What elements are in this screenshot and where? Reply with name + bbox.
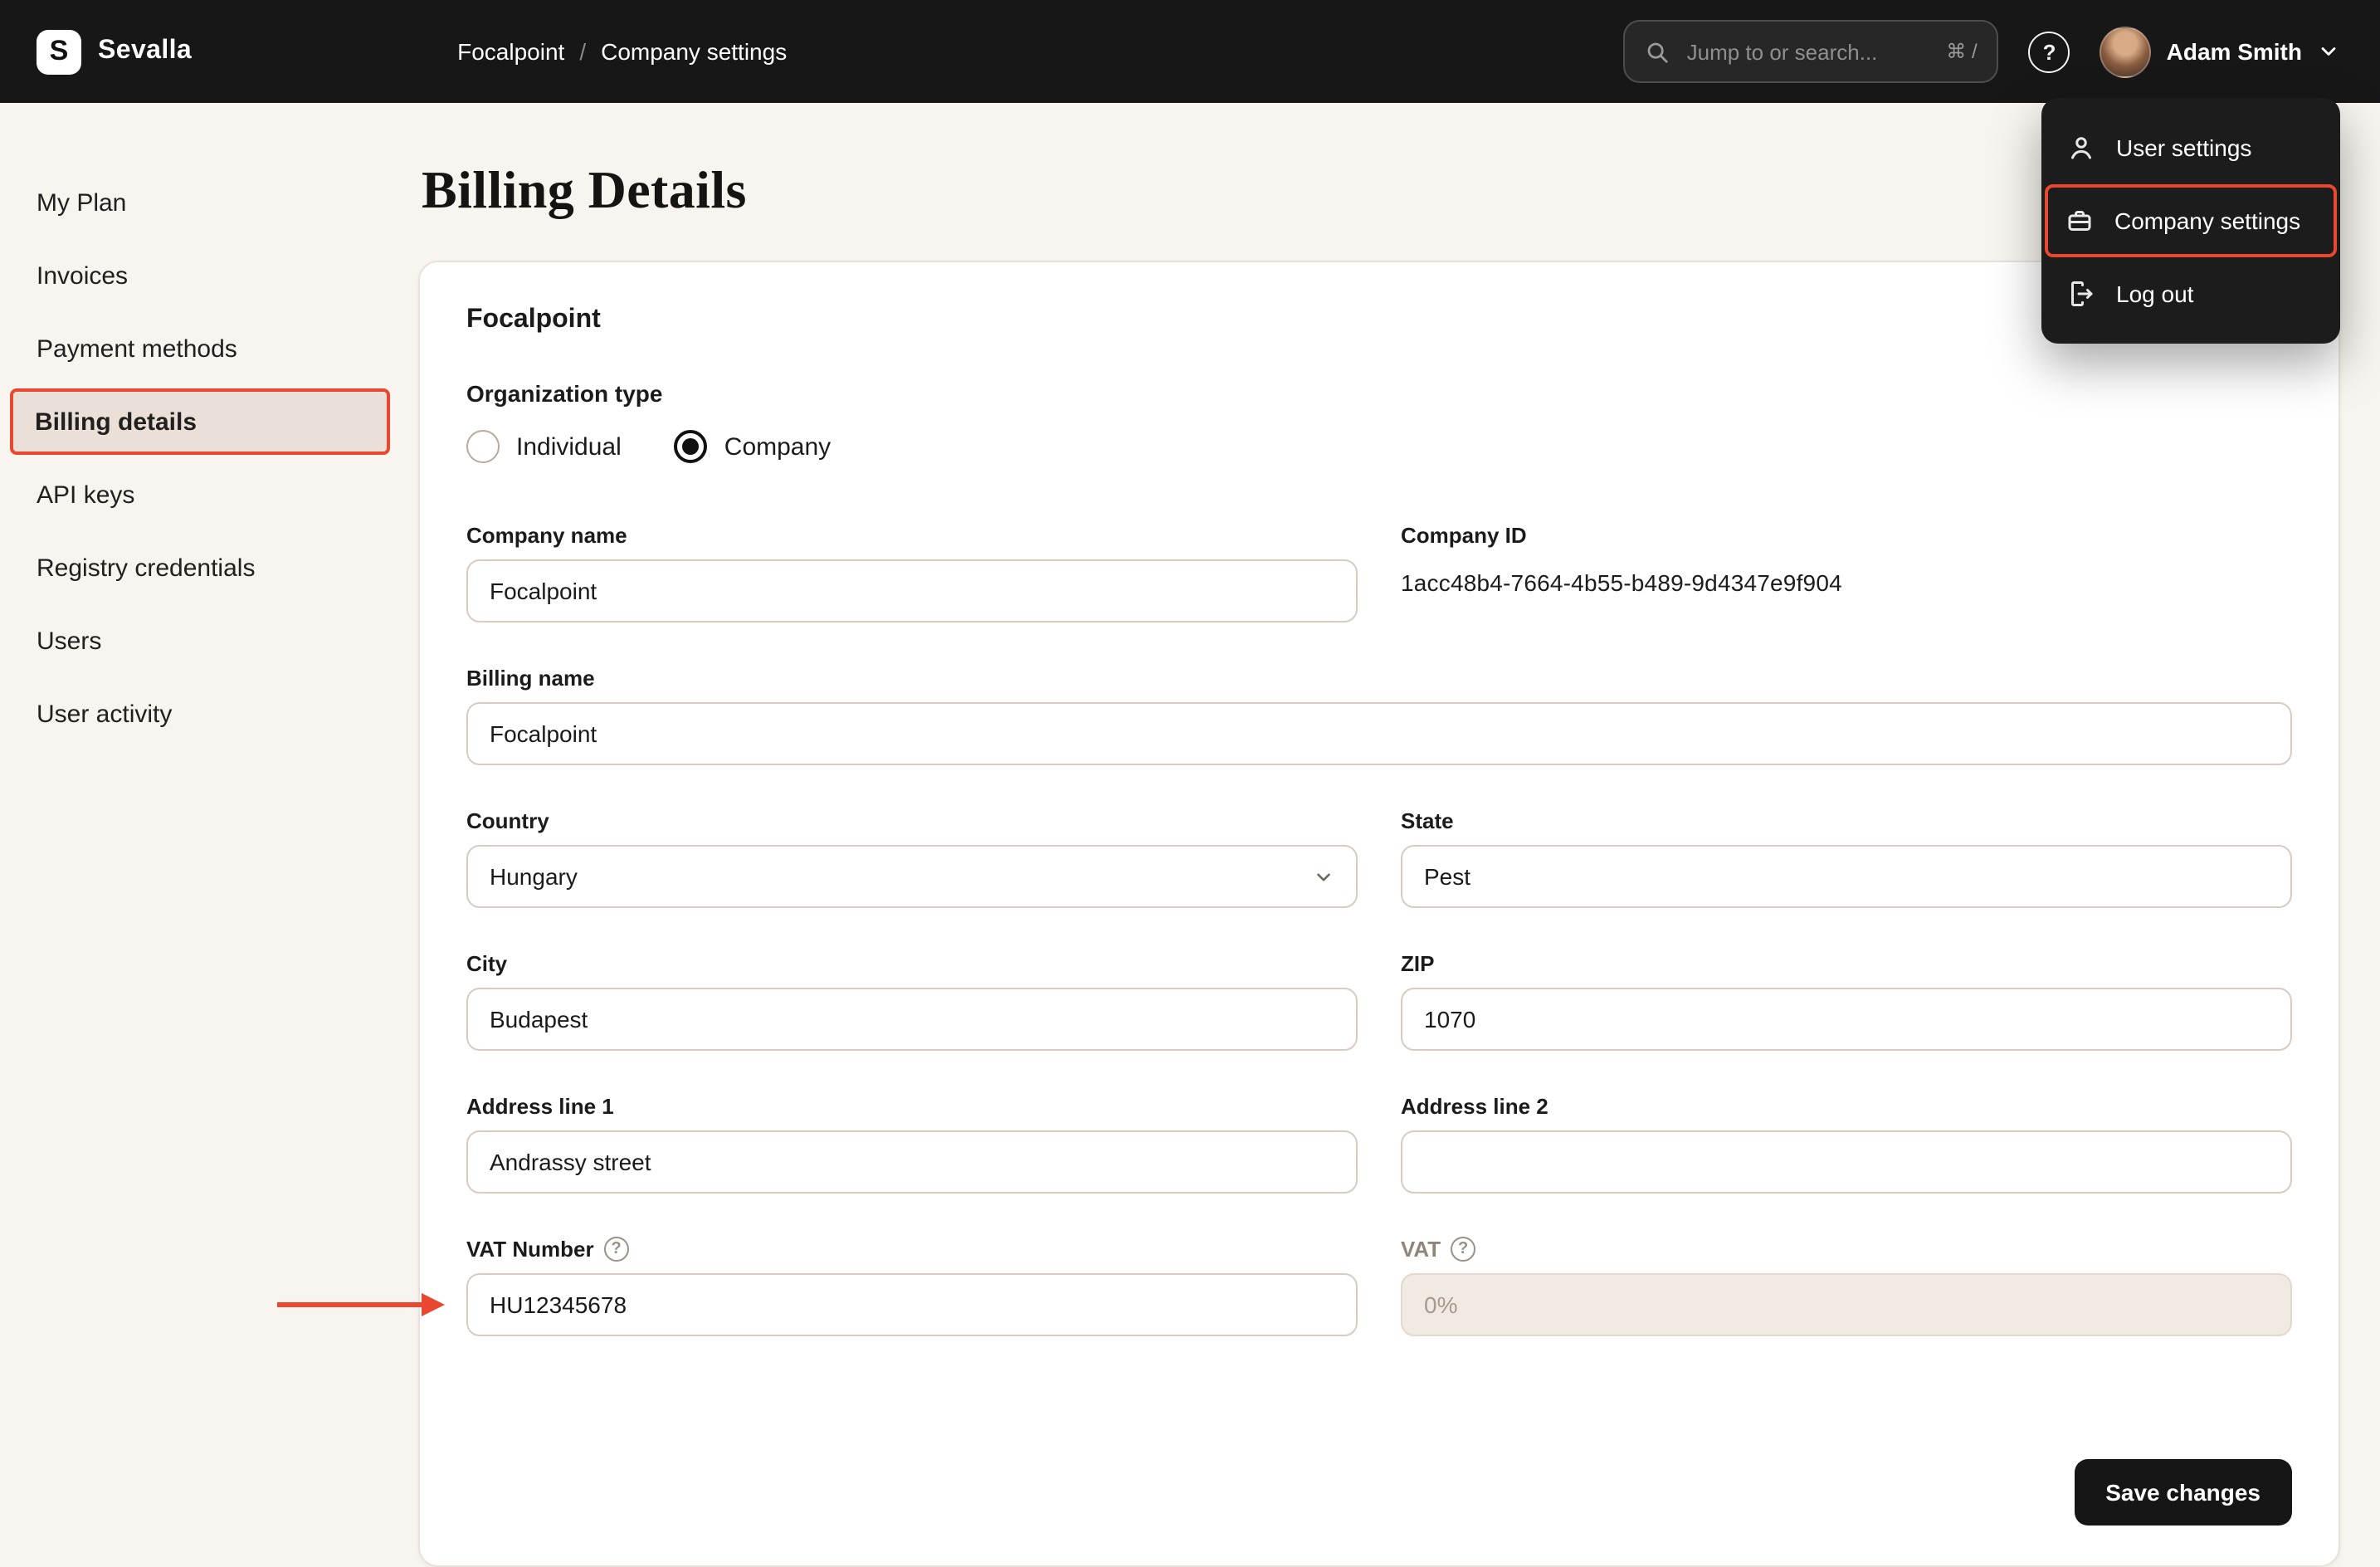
menu-item-label: Company settings: [2114, 207, 2301, 234]
breadcrumb: Focalpoint / Company settings: [457, 38, 787, 65]
page-body: My Plan Invoices Payment methods Billing…: [0, 103, 2380, 1567]
sidebar-item-billing-details[interactable]: Billing details: [10, 388, 390, 455]
vat-label-text: VAT: [1401, 1237, 1441, 1262]
company-heading: Focalpoint: [466, 305, 601, 334]
address-line-2-input[interactable]: [1401, 1130, 2292, 1194]
radio-option-company[interactable]: Company: [674, 430, 832, 463]
topbar-right: ⌘ / Adam Smith: [1623, 20, 2340, 83]
country-label: Country: [466, 808, 549, 833]
address-line-1-input[interactable]: [466, 1130, 1358, 1194]
state-label: State: [1401, 808, 1454, 833]
vat-number-label: VAT Number: [466, 1237, 1358, 1262]
organization-type-options: Individual Company: [466, 430, 2292, 463]
settings-sidebar: My Plan Invoices Payment methods Billing…: [0, 103, 395, 1557]
vat-label: VAT: [1401, 1237, 2292, 1262]
vat-info-icon[interactable]: [1451, 1237, 1476, 1262]
address-line-2-label: Address line 2: [1401, 1094, 1548, 1119]
company-name-row: Company name: [466, 523, 1358, 622]
avatar: [2100, 26, 2152, 77]
address-line-1-label: Address line 1: [466, 1094, 614, 1119]
country-selected-value: Hungary: [490, 863, 578, 890]
app-window: S Sevalla Focalpoint / Company settings …: [0, 0, 2380, 1567]
briefcase-icon: [2065, 206, 2095, 236]
menu-item-user-settings[interactable]: User settings: [2041, 111, 2340, 184]
search-shortcut: ⌘ /: [1946, 40, 1978, 63]
company-id-value: 1acc48b4-7664-4b55-b489-9d4347e9f904: [1401, 569, 1842, 596]
sidebar-item-label: Registry credentials: [37, 554, 256, 582]
country-select[interactable]: Hungary: [466, 845, 1358, 908]
sevalla-logo-icon: S: [37, 29, 81, 74]
company-name-label: Company name: [466, 523, 627, 548]
sidebar-item-label: Users: [37, 627, 102, 655]
global-search[interactable]: ⌘ /: [1623, 20, 1999, 83]
billing-name-input[interactable]: [466, 702, 2292, 765]
logo-glyph: S: [49, 35, 69, 66]
vat-number-input[interactable]: [466, 1273, 1358, 1336]
address-line-1-row: Address line 1: [466, 1094, 1358, 1194]
chevron-down-icon: [2317, 40, 2340, 63]
card-footer: Save changes: [466, 1459, 2292, 1526]
country-row: Country Hungary: [466, 808, 1358, 908]
vat-number-row: VAT Number: [277, 1237, 1358, 1336]
sidebar-item-label: Billing details: [35, 408, 198, 436]
company-id-row: Company ID 1acc48b4-7664-4b55-b489-9d434…: [1401, 523, 2292, 622]
logout-icon: [2066, 279, 2096, 309]
user-menu-trigger[interactable]: Adam Smith: [2100, 26, 2340, 77]
zip-label: ZIP: [1401, 951, 1435, 976]
menu-item-label: User settings: [2116, 134, 2252, 161]
sidebar-item-user-activity[interactable]: User activity: [0, 677, 395, 750]
sidebar-item-invoices[interactable]: Invoices: [0, 239, 395, 312]
sidebar-item-my-plan[interactable]: My Plan: [0, 166, 395, 239]
menu-item-company-settings[interactable]: Company settings: [2045, 184, 2337, 257]
help-icon[interactable]: [2028, 31, 2070, 72]
billing-details-card: Focalpoint Organization type Individual …: [277, 261, 2340, 1567]
sidebar-item-label: User activity: [37, 700, 173, 728]
sidebar-item-label: Invoices: [37, 261, 129, 290]
organization-type-label: Organization type: [466, 380, 663, 407]
chevron-down-icon: [1313, 866, 1334, 887]
user-name: Adam Smith: [2166, 38, 2302, 65]
sidebar-item-registry-credentials[interactable]: Registry credentials: [0, 531, 395, 604]
user-dropdown-menu: User settings Company settings Log out: [2041, 98, 2340, 344]
search-input[interactable]: [1683, 37, 1934, 66]
radio-label: Company: [724, 432, 832, 461]
brand[interactable]: S Sevalla: [37, 29, 192, 74]
company-id-label: Company ID: [1401, 523, 1527, 548]
breadcrumb-page[interactable]: Company settings: [601, 38, 787, 65]
billing-name-label: Billing name: [466, 666, 595, 691]
address-line-2-row: Address line 2: [1401, 1094, 2292, 1194]
save-changes-button[interactable]: Save changes: [2074, 1459, 2292, 1526]
menu-item-log-out[interactable]: Log out: [2041, 257, 2340, 330]
menu-item-label: Log out: [2116, 281, 2194, 307]
breadcrumb-project[interactable]: Focalpoint: [457, 38, 564, 65]
sidebar-item-api-keys[interactable]: API keys: [0, 458, 395, 531]
user-icon: [2066, 133, 2096, 163]
zip-input[interactable]: [1401, 988, 2292, 1051]
sidebar-item-label: Payment methods: [37, 334, 237, 363]
sidebar-item-label: My Plan: [37, 188, 127, 217]
billing-name-row: Billing name: [466, 666, 2292, 765]
brand-name: Sevalla: [98, 37, 193, 65]
individual-radio-icon[interactable]: [466, 430, 500, 463]
vat-input: [1401, 1273, 2292, 1336]
breadcrumb-separator: /: [579, 38, 587, 65]
sidebar-item-label: API keys: [37, 481, 135, 509]
city-label: City: [466, 951, 508, 976]
top-navbar: S Sevalla Focalpoint / Company settings …: [0, 0, 2380, 103]
state-row: State: [1401, 808, 2292, 908]
zip-row: ZIP: [1401, 951, 2292, 1051]
city-input[interactable]: [466, 988, 1358, 1051]
vat-row: VAT: [1401, 1237, 2292, 1336]
search-icon: [1646, 39, 1670, 64]
sidebar-item-payment-methods[interactable]: Payment methods: [0, 312, 395, 385]
sidebar-item-users[interactable]: Users: [0, 604, 395, 677]
vat-number-info-icon[interactable]: [603, 1237, 629, 1262]
state-input[interactable]: [1401, 845, 2292, 908]
city-row: City: [466, 951, 1358, 1051]
vat-number-label-text: VAT Number: [466, 1237, 594, 1262]
company-name-input[interactable]: [466, 559, 1358, 622]
company-radio-icon[interactable]: [674, 430, 708, 463]
radio-option-individual[interactable]: Individual: [466, 430, 622, 463]
radio-label: Individual: [516, 432, 622, 461]
